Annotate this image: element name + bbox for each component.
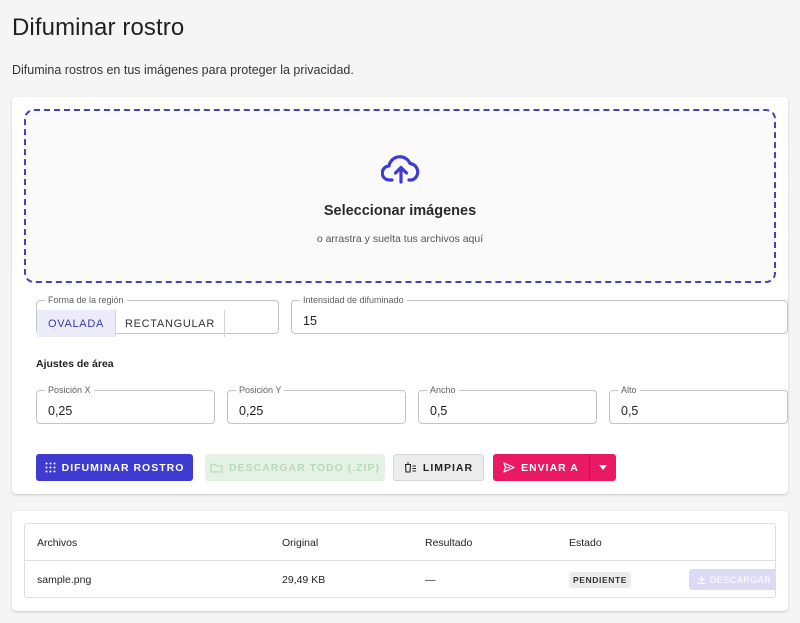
height-field[interactable]: Alto 0,5	[609, 386, 788, 424]
folder-icon	[210, 463, 223, 473]
send-icon	[503, 462, 515, 473]
column-header-result: Resultado	[425, 537, 473, 549]
dropzone-title: Seleccionar imágenes	[323, 203, 477, 219]
blur-face-button[interactable]: DIFUMINAR ROSTRO	[36, 454, 193, 481]
download-all-zip-button[interactable]: DESCARGAR TODO (.ZIP)	[205, 454, 385, 481]
height-legend: Alto	[621, 385, 637, 395]
status-badge: PENDIENTE	[569, 572, 632, 588]
shape-option-rectangular[interactable]: RECTANGULAR	[116, 310, 225, 337]
area-settings-label: Ajustes de área	[36, 358, 114, 370]
column-header-status: Estado	[569, 537, 602, 549]
files-table: Archivos Original Resultado Estado sampl…	[24, 523, 776, 598]
width-field[interactable]: Ancho 0,5	[418, 386, 597, 424]
page-title: Difuminar rostro	[12, 14, 185, 41]
region-shape-toggle: Forma de la región OVALADA RECTANGULAR	[36, 295, 279, 337]
dropzone-hint: o arrastra y suelta tus archivos aquí	[316, 233, 484, 245]
position-y-field[interactable]: Posición Y 0,25	[227, 386, 406, 424]
blur-grid-icon	[45, 462, 56, 473]
cloud-upload-icon	[381, 155, 420, 184]
file-original-size: 29,49 KB	[282, 574, 326, 586]
blur-intensity-legend: Intensidad de difuminado	[303, 295, 404, 305]
image-dropzone[interactable]: Seleccionar imágenes o arrastra y suelta…	[24, 109, 776, 283]
caret-down-icon	[599, 465, 607, 470]
file-result: —	[425, 574, 436, 586]
shape-option-oval[interactable]: OVALADA	[37, 310, 116, 337]
position-y-value[interactable]: 0,25	[239, 404, 263, 418]
file-name: sample.png	[37, 574, 92, 586]
width-value[interactable]: 0,5	[430, 404, 447, 418]
download-icon	[697, 575, 706, 584]
table-header: Archivos Original Resultado Estado	[25, 524, 775, 561]
files-card: Archivos Original Resultado Estado sampl…	[12, 511, 788, 611]
region-shape-legend: Forma de la región	[48, 295, 124, 305]
clear-list-icon	[404, 462, 416, 473]
blur-intensity-field[interactable]: Intensidad de difuminado 15	[291, 296, 788, 334]
position-y-legend: Posición Y	[239, 385, 282, 395]
file-download-label: DESCARGAR	[709, 574, 772, 585]
download-all-zip-label: DESCARGAR TODO (.ZIP)	[229, 461, 380, 474]
column-header-original: Original	[282, 537, 319, 549]
page-subtitle: Difumina rostros en tus imágenes para pr…	[12, 63, 354, 77]
send-to-label: ENVIAR A	[521, 461, 579, 474]
blur-face-label: DIFUMINAR ROSTRO	[61, 461, 185, 474]
send-to-button[interactable]: ENVIAR A	[493, 454, 589, 481]
file-download-button[interactable]: DESCARGAR	[689, 569, 775, 590]
column-header-files: Archivos	[37, 537, 78, 549]
blur-intensity-value[interactable]: 15	[303, 314, 317, 328]
position-x-legend: Posición X	[48, 385, 91, 395]
table-row: sample.png 29,49 KB — PENDIENTE DESCARGA…	[25, 561, 775, 597]
send-to-dropdown-button[interactable]	[589, 454, 616, 481]
position-x-field[interactable]: Posición X 0,25	[36, 386, 215, 424]
blur-settings-card: Seleccionar imágenes o arrastra y suelta…	[12, 97, 788, 494]
clear-button[interactable]: LIMPIAR	[393, 454, 484, 481]
clear-label: LIMPIAR	[422, 461, 474, 474]
position-x-value[interactable]: 0,25	[48, 404, 72, 418]
width-legend: Ancho	[430, 385, 456, 395]
height-value[interactable]: 0,5	[621, 404, 638, 418]
